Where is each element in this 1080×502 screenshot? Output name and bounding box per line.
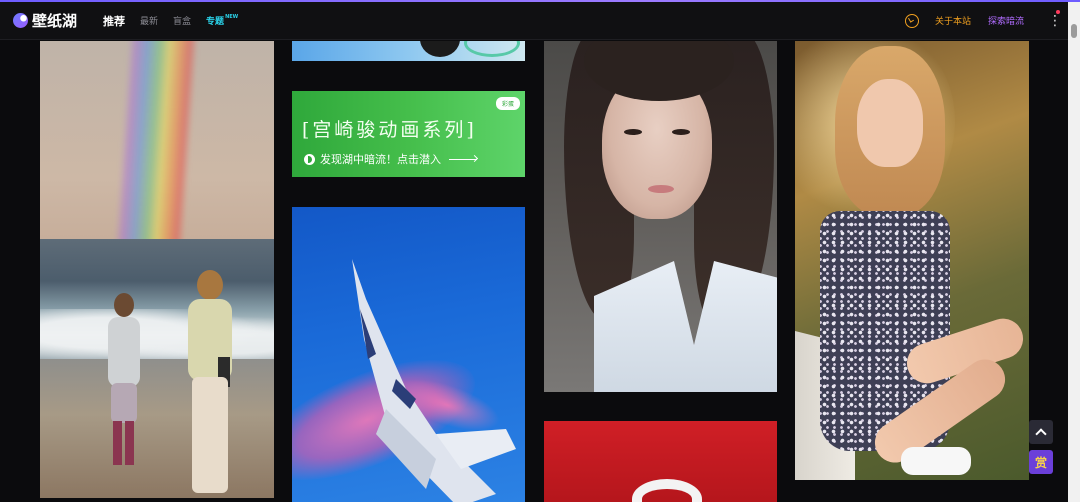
promo-subtitle: 发现湖中暗流！点击潜入 — [320, 153, 441, 166]
promo-subtitle-row: 发现湖中暗流！点击潜入 — [304, 151, 477, 167]
wallpaper-card-red[interactable] — [544, 421, 777, 502]
easter-egg-tag: 彩蛋 — [495, 97, 520, 110]
wallpaper-card-jet[interactable] — [292, 207, 525, 502]
arrow-right-icon — [449, 158, 477, 160]
logo-mark-icon — [304, 153, 315, 165]
more-glyph: ⋮ — [1048, 12, 1062, 29]
nav-tab-latest[interactable]: 最新 — [140, 14, 158, 27]
face — [857, 79, 923, 167]
eye-right — [672, 129, 690, 135]
header-actions: 关于本站 探索暗流 ⋮ — [904, 9, 1062, 28]
about-link[interactable]: 关于本站 — [935, 14, 971, 27]
nav-tab-topics[interactable]: 专题NEW — [206, 14, 238, 27]
green-ring — [464, 41, 520, 57]
wallpaper-card-portrait-woman[interactable] — [544, 41, 777, 392]
more-vertical-icon[interactable]: ⋮ — [1048, 9, 1062, 28]
page-scrollbar[interactable] — [1068, 2, 1080, 502]
rainbow — [113, 41, 201, 251]
back-to-top-button[interactable] — [1029, 420, 1053, 444]
logo-text: 壁纸湖 — [32, 12, 78, 30]
nav-tab-blindbox[interactable]: 盲盒 — [173, 14, 191, 27]
jet-plane — [352, 259, 516, 502]
black-shape — [420, 41, 460, 57]
wallpaper-card-partial-top[interactable] — [292, 41, 525, 61]
notification-dot — [1056, 9, 1060, 14]
promo-title: [宫崎骏动画系列] — [302, 119, 477, 141]
miyazaki-promo-banner[interactable]: 彩蛋 [宫崎骏动画系列] 发现湖中暗流！点击潜入 — [292, 91, 525, 177]
wallpaper-card-rainbow-beach[interactable] — [40, 41, 274, 498]
wallpaper-card-girl-chair[interactable] — [795, 41, 1029, 480]
logo-mark-icon — [13, 13, 28, 28]
child-figure-right — [188, 270, 232, 493]
reward-button[interactable]: 赏 — [1029, 450, 1053, 474]
eye-left — [624, 129, 642, 135]
clock-icon[interactable] — [904, 13, 919, 28]
scrollbar-thumb[interactable] — [1071, 24, 1077, 38]
main-nav: 推荐 最新 盲盒 专题NEW — [103, 13, 253, 29]
white-sneaker — [901, 447, 971, 475]
explore-link[interactable]: 探索暗流 — [988, 14, 1024, 27]
new-badge: NEW — [225, 14, 239, 20]
child-figure-left — [108, 293, 140, 465]
white-arc — [632, 479, 702, 502]
nav-tab-recommend[interactable]: 推荐 — [103, 13, 125, 29]
lips — [648, 185, 674, 193]
site-logo[interactable]: 壁纸湖 — [13, 10, 77, 31]
top-navbar: 壁纸湖 推荐 最新 盲盒 专题NEW 关于本站 探索暗流 ⋮ — [0, 2, 1068, 40]
chevron-up-icon — [1035, 428, 1047, 440]
nav-tab-topics-label: 专题 — [206, 17, 225, 27]
